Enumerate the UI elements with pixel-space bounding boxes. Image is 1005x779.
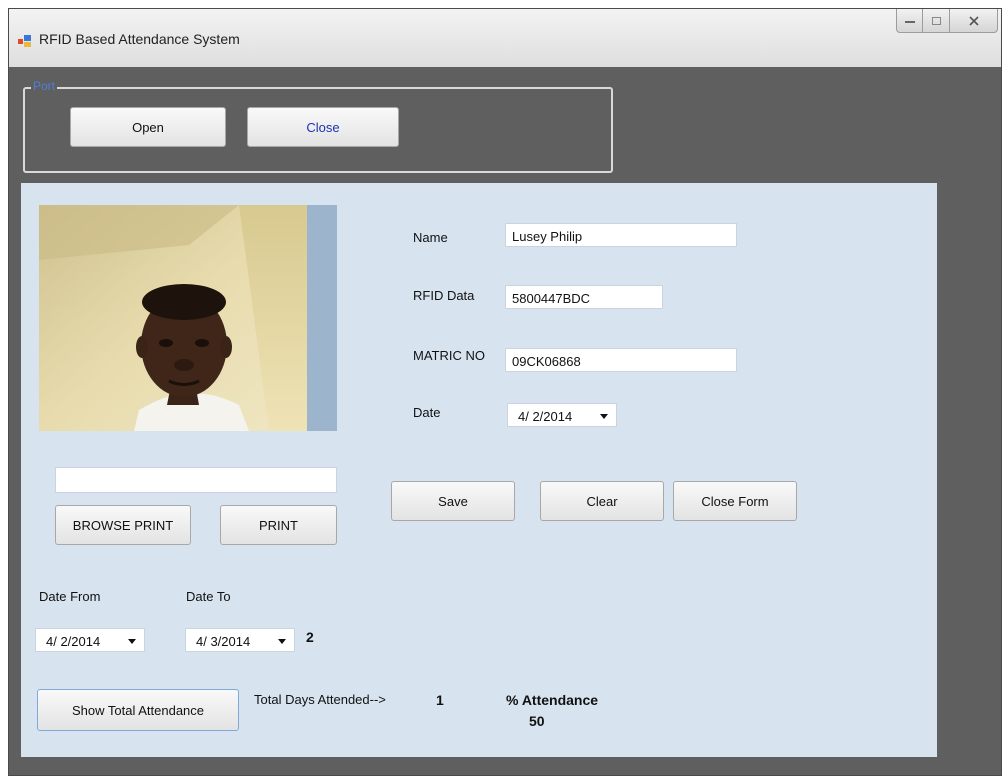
- window-title: RFID Based Attendance System: [39, 31, 240, 47]
- date-to-value: 4/ 3/2014: [196, 634, 251, 649]
- port-legend: Port: [31, 79, 58, 93]
- total-days-label: Total Days Attended-->: [254, 692, 386, 707]
- percent-attendance-value: 50: [529, 713, 545, 729]
- name-label: Name: [413, 230, 448, 245]
- client-area: Port Open Close Name Lusey Philip RFID D…: [9, 67, 1001, 775]
- dropdown-arrow-icon: [278, 639, 286, 644]
- app-icon: [18, 35, 31, 47]
- clear-button[interactable]: Clear: [540, 481, 664, 521]
- date-from-label: Date From: [39, 589, 101, 604]
- days-in-range-count: 2: [306, 629, 314, 645]
- date-from-picker[interactable]: 4/ 2/2014: [35, 628, 145, 652]
- port-groupbox: Port Open Close: [23, 79, 613, 173]
- close-icon: [968, 15, 979, 26]
- title-bar[interactable]: RFID Based Attendance System: [9, 9, 1001, 68]
- close-port-button[interactable]: Close: [247, 107, 399, 147]
- date-picker[interactable]: 4/ 2/2014: [507, 403, 617, 427]
- rfid-field[interactable]: 5800447BDC: [505, 285, 663, 309]
- attendance-panel: Name Lusey Philip RFID Data 5800447BDC M…: [21, 183, 937, 757]
- save-button[interactable]: Save: [391, 481, 515, 521]
- minimize-button[interactable]: [896, 9, 923, 33]
- student-photo: [39, 205, 337, 431]
- browse-print-button[interactable]: BROWSE PRINT: [55, 505, 191, 545]
- date-from-value: 4/ 2/2014: [46, 634, 101, 649]
- maximize-button[interactable]: [923, 9, 950, 33]
- dropdown-arrow-icon: [600, 414, 608, 419]
- open-port-button[interactable]: Open: [70, 107, 226, 147]
- total-days-value: 1: [436, 692, 444, 708]
- print-path-field[interactable]: [55, 467, 337, 493]
- print-button[interactable]: PRINT: [220, 505, 337, 545]
- show-total-attendance-button[interactable]: Show Total Attendance: [37, 689, 239, 731]
- rfid-label: RFID Data: [413, 288, 475, 303]
- date-picker-value: 4/ 2/2014: [518, 409, 573, 424]
- window-controls: [896, 9, 998, 35]
- close-window-button[interactable]: [950, 9, 998, 33]
- matric-label: MATRIC NO: [413, 348, 485, 363]
- date-to-picker[interactable]: 4/ 3/2014: [185, 628, 295, 652]
- date-label: Date: [413, 405, 441, 420]
- student-photo-image: [39, 205, 337, 431]
- close-form-button[interactable]: Close Form: [673, 481, 797, 521]
- matric-field[interactable]: 09CK06868: [505, 348, 737, 372]
- percent-attendance-label: % Attendance: [506, 692, 599, 708]
- app-window: RFID Based Attendance System Port Open C…: [8, 8, 1002, 776]
- dropdown-arrow-icon: [128, 639, 136, 644]
- maximize-icon: [931, 16, 941, 25]
- name-field[interactable]: Lusey Philip: [505, 223, 737, 247]
- date-to-label: Date To: [186, 589, 231, 604]
- minimize-icon: [904, 20, 915, 23]
